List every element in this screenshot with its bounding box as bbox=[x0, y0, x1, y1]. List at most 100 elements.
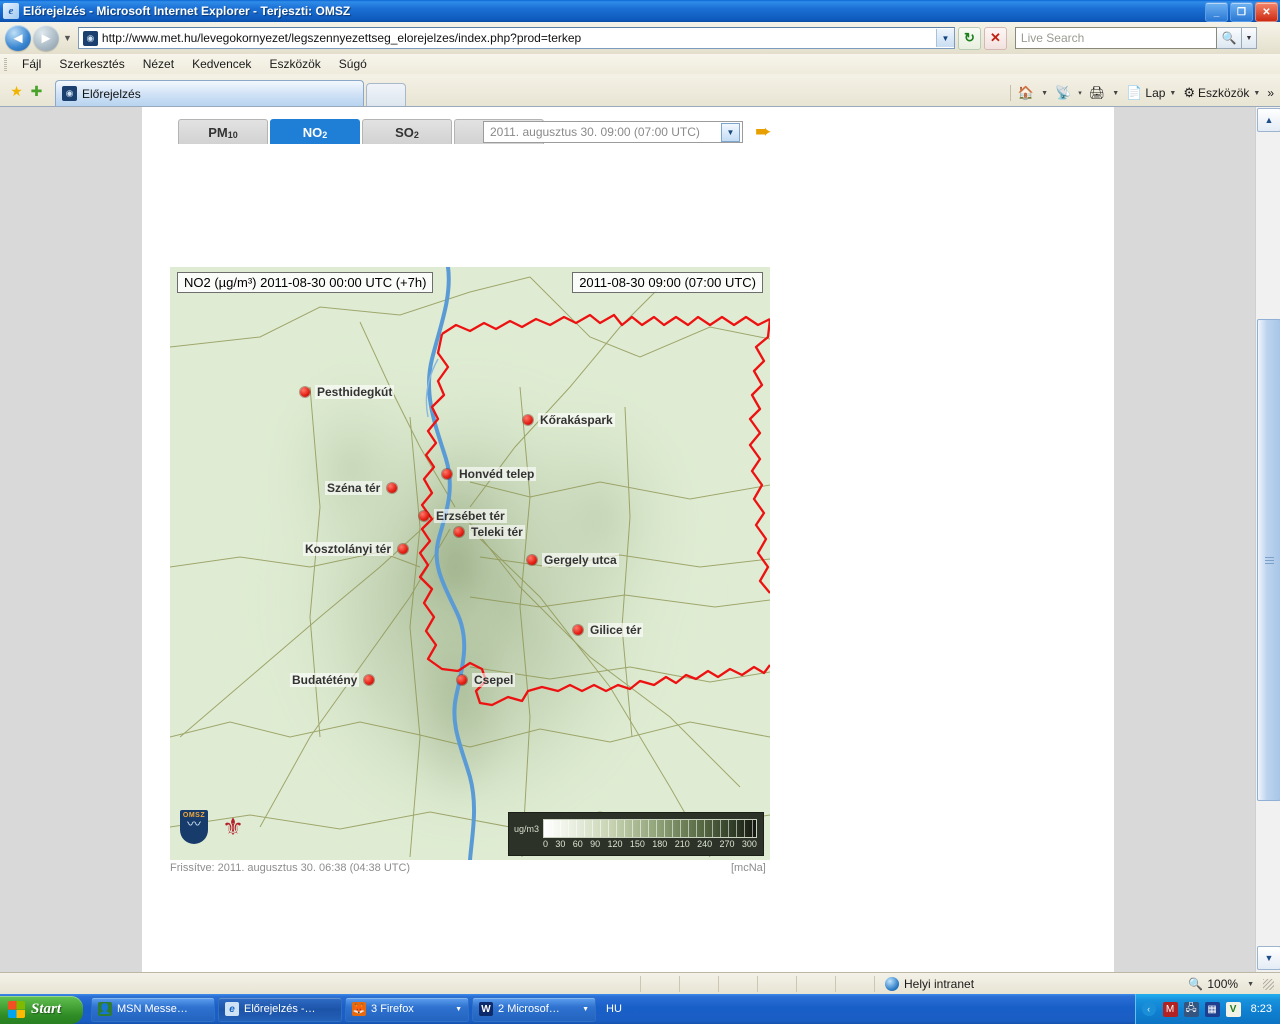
page-menu-button[interactable]: 📄 Lap ▼ bbox=[1126, 85, 1176, 101]
search-provider-caret-icon[interactable]: ▼ bbox=[1241, 27, 1257, 49]
station-marker[interactable]: Honvéd telep bbox=[442, 467, 537, 481]
feeds-caret-icon[interactable]: ▾ bbox=[1078, 89, 1082, 97]
station-marker[interactable]: Budatétény bbox=[290, 673, 375, 687]
start-button[interactable]: Start bbox=[0, 995, 84, 1024]
maximize-button[interactable]: ❐ bbox=[1230, 2, 1253, 22]
vnc-icon[interactable]: V bbox=[1225, 1001, 1241, 1017]
tab-so2-sub: 2 bbox=[413, 130, 419, 140]
tab-favicon-icon: ◉ bbox=[62, 86, 77, 101]
station-dot-icon bbox=[442, 469, 452, 479]
station-marker[interactable]: Teleki tér bbox=[454, 525, 525, 539]
minimize-button[interactable]: _ bbox=[1205, 2, 1228, 22]
status-bar: Helyi intranet 🔍 100% ▼ bbox=[0, 972, 1280, 995]
legend-unit-label: ug/m3 bbox=[514, 824, 540, 834]
tab-so2[interactable]: SO 2 bbox=[362, 119, 452, 144]
scroll-down-button[interactable]: ▼ bbox=[1257, 946, 1280, 970]
address-bar[interactable]: ◉ http://www.met.hu/levegokornyezet/legs… bbox=[77, 27, 955, 49]
zoom-caret-icon[interactable]: ▼ bbox=[1247, 981, 1254, 988]
legend-gradient-bar bbox=[543, 819, 757, 838]
taskbar-group-caret-icon[interactable]: ▼ bbox=[582, 1006, 589, 1013]
forecast-map[interactable]: NO2 (µg/m³) 2011-08-30 00:00 UTC (+7h) 2… bbox=[170, 267, 770, 860]
status-cell bbox=[641, 976, 680, 992]
search-input[interactable]: Live Search bbox=[1014, 27, 1217, 49]
station-label: Széna tér bbox=[325, 481, 383, 495]
taskbar-item-msn-messenger[interactable]: 👤 MSN Messe… bbox=[91, 996, 216, 1022]
page-scrollbar[interactable]: ▲ ▼ bbox=[1255, 107, 1280, 972]
browser-tab-elorejelzes[interactable]: ◉ Előrejelzés bbox=[55, 80, 364, 106]
station-marker[interactable]: Erzsébet tér bbox=[419, 509, 507, 523]
next-step-arrow-icon[interactable]: ➨ bbox=[755, 122, 772, 142]
rss-icon: 📡 bbox=[1055, 85, 1072, 100]
tab-pm10-base: PM bbox=[208, 124, 228, 140]
tools-menu-label: Eszközök bbox=[1198, 86, 1250, 100]
language-indicator[interactable]: HU bbox=[606, 1003, 622, 1015]
resize-grip-icon[interactable] bbox=[1263, 978, 1274, 990]
app-tray-icon[interactable]: ▦ bbox=[1204, 1001, 1220, 1017]
print-caret-icon[interactable]: ▼ bbox=[1112, 90, 1119, 97]
taskbar-group-caret-icon[interactable]: ▼ bbox=[455, 1006, 462, 1013]
zoom-control[interactable]: 🔍 100% ▼ bbox=[1188, 977, 1280, 991]
menu-item-kedvencek[interactable]: Kedvencek bbox=[183, 55, 260, 73]
windows-taskbar: Start 👤 MSN Messe… e Előrejelzés -… 🦊 3 … bbox=[0, 994, 1280, 1024]
page-menu-label: Lap bbox=[1145, 86, 1166, 100]
taskbar-item-microsoft-word[interactable]: W 2 Microsof… ▼ bbox=[472, 996, 597, 1022]
home-caret-icon[interactable]: ▼ bbox=[1041, 90, 1048, 97]
station-dot-icon bbox=[398, 544, 409, 554]
network-icon[interactable]: 🖧 bbox=[1183, 1001, 1199, 1017]
menu-item-sugo[interactable]: Súgó bbox=[330, 55, 376, 73]
tools-menu-button[interactable]: ⚙ Eszközök ▼ bbox=[1183, 85, 1260, 101]
chevron-down-icon[interactable]: ▼ bbox=[721, 122, 740, 142]
station-marker[interactable]: Pesthidegkút bbox=[300, 385, 395, 399]
time-select[interactable]: 2011. augusztus 30. 09:00 (07:00 UTC) ▼ bbox=[483, 121, 743, 143]
tab-pm10-sub: 10 bbox=[227, 130, 238, 140]
history-dropdown-icon[interactable]: ▼ bbox=[63, 33, 72, 43]
address-bar-url[interactable]: http://www.met.hu/levegokornyezet/legsze… bbox=[102, 31, 936, 45]
navigation-toolbar: ◄ ► ▼ ◉ http://www.met.hu/levegokornyeze… bbox=[0, 22, 1280, 55]
tab-no2[interactable]: NO 2 bbox=[270, 119, 360, 144]
station-marker[interactable]: Kosztolányi tér bbox=[303, 542, 409, 556]
forward-button[interactable]: ► bbox=[33, 25, 59, 51]
add-favorite-icon[interactable]: ✚ bbox=[28, 83, 45, 100]
command-bar-overflow-icon[interactable]: » bbox=[1267, 86, 1274, 100]
station-marker[interactable]: Csepel bbox=[457, 673, 516, 687]
tab-pm10[interactable]: PM 10 bbox=[178, 119, 268, 144]
menu-item-fajl[interactable]: Fájl bbox=[13, 55, 50, 73]
menu-grip-handle[interactable] bbox=[4, 57, 7, 71]
menu-item-eszkozok[interactable]: Eszközök bbox=[260, 55, 329, 73]
tray-expand-icon[interactable]: ‹ bbox=[1141, 1002, 1156, 1016]
tools-caret-icon[interactable]: ▼ bbox=[1253, 90, 1260, 97]
refresh-button[interactable]: ↻ bbox=[957, 26, 981, 50]
address-dropdown-icon[interactable]: ▼ bbox=[935, 29, 954, 47]
system-tray: ‹ M 🖧 ▦ V 8:23 bbox=[1134, 994, 1280, 1024]
station-marker[interactable]: Széna tér bbox=[325, 481, 398, 495]
desktop-root: e Előrejelzés - Microsoft Internet Explo… bbox=[0, 0, 1280, 1024]
station-label: Kőrakáspark bbox=[538, 413, 615, 427]
menu-item-szerkesztes[interactable]: Szerkesztés bbox=[50, 55, 133, 73]
favorites-star-icon[interactable]: ★ bbox=[8, 83, 25, 100]
new-tab-button[interactable] bbox=[366, 83, 406, 106]
station-marker[interactable]: Gergely utca bbox=[527, 553, 619, 567]
page-caret-icon[interactable]: ▼ bbox=[1169, 90, 1176, 97]
omsz-logo-icon: OMSZ 〰 bbox=[180, 810, 208, 844]
home-button[interactable]: 🏠 ▼ bbox=[1018, 85, 1048, 101]
station-dot-icon bbox=[387, 483, 398, 493]
taskbar-item-firefox[interactable]: 🦊 3 Firefox ▼ bbox=[345, 996, 470, 1022]
promo-sidebar: Levegőkörnyezeti tájékoztató Gammadózis … bbox=[800, 107, 1100, 147]
back-button[interactable]: ◄ bbox=[5, 25, 31, 51]
security-zone[interactable]: Helyi intranet bbox=[885, 977, 974, 991]
station-dot-icon bbox=[300, 387, 310, 397]
print-button[interactable]: 🖨 ▼ bbox=[1089, 85, 1119, 101]
mcafee-icon[interactable]: M bbox=[1162, 1001, 1178, 1017]
system-clock[interactable]: 8:23 bbox=[1251, 1003, 1272, 1015]
feeds-button[interactable]: 📡 ▾ bbox=[1055, 85, 1082, 101]
scrollbar-thumb[interactable] bbox=[1257, 319, 1280, 801]
station-marker[interactable]: Gilice tér bbox=[573, 623, 644, 637]
station-marker[interactable]: Kőrakáspark bbox=[523, 413, 615, 427]
taskbar-item-elorejelzes[interactable]: e Előrejelzés -… bbox=[218, 996, 343, 1022]
close-button[interactable]: ✕ bbox=[1255, 2, 1278, 22]
search-icon[interactable]: 🔍 bbox=[1216, 27, 1242, 49]
browser-tab-strip: ★ ✚ ◉ Előrejelzés 🏠 ▼ 📡 ▾ 🖨 ▼ 📄 Lap ▼ ⚙ … bbox=[0, 74, 1280, 107]
stop-button[interactable]: ✕ bbox=[983, 26, 1007, 50]
scroll-up-button[interactable]: ▲ bbox=[1257, 108, 1280, 132]
menu-item-nezet[interactable]: Nézet bbox=[134, 55, 183, 73]
